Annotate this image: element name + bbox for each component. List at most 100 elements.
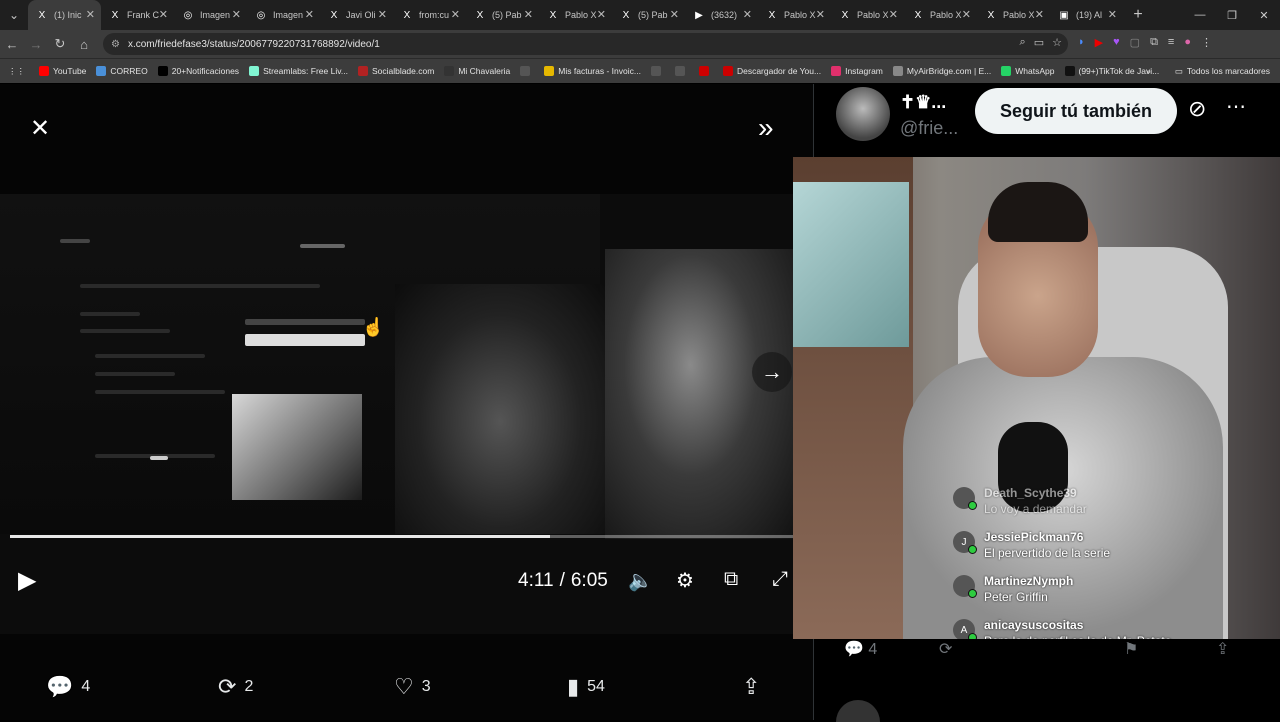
browser-tab[interactable]: X Pablo X ✕ [539,0,612,30]
bookmark-item[interactable]: MyAirBridge.com | E... [892,66,991,76]
bookmark-item[interactable]: WhatsApp [1001,66,1055,76]
extension-icon[interactable]: ▶ [1095,36,1103,49]
bookmark-item[interactable]: Instagram [831,66,883,76]
chat-text: El pervertido de la serie [984,546,1111,560]
browser-tab[interactable]: ◎ Imagen ✕ [174,0,247,30]
tab-close-icon[interactable]: ✕ [962,8,971,21]
tab-close-icon[interactable]: ✕ [889,8,898,21]
video-progress-bar[interactable] [10,535,793,538]
folder-icon: ▭ [1174,65,1183,76]
repost-button[interactable]: ⟳ 2 [218,674,253,700]
follow-button[interactable]: Seguir tú también [975,88,1177,134]
bookmark-star-icon[interactable]: ☆ [1052,36,1062,49]
extension-icon[interactable]: ♥ [1113,36,1120,49]
user-handle[interactable]: @frie... [900,118,958,139]
minimize-icon[interactable]: — [1184,0,1216,30]
like-button[interactable]: ♡ 3 [394,674,431,700]
extension-icon[interactable]: ▢ [1130,36,1140,49]
play-icon[interactable]: ▶ [18,566,36,595]
address-bar[interactable]: ⚙ x.com/friedefase3/status/2006779220731… [103,33,1068,55]
background-monitor [793,182,909,347]
tab-close-icon[interactable]: ✕ [232,8,241,21]
home-icon[interactable]: ⌂ [72,32,96,56]
menu-icon[interactable]: ⋮ [1201,36,1212,49]
close-icon[interactable]: ✕ [26,114,54,142]
tab-search-icon[interactable]: ⌄ [0,0,28,30]
tab-close-icon[interactable]: ✕ [305,8,314,21]
tab-close-icon[interactable]: ✕ [1108,8,1117,21]
browser-tab[interactable]: X Pablo X ✕ [831,0,904,30]
tab-close-icon[interactable]: ✕ [86,8,95,21]
fullscreen-icon[interactable]: ⤢ [772,568,788,591]
bookmark-item[interactable]: Descargador de You... [722,66,821,76]
back-icon[interactable]: ← [0,32,24,56]
extension-icon[interactable]: ◗ [1078,36,1085,49]
next-arrow-icon[interactable]: → [752,352,792,392]
views-button[interactable]: ▮ 54 [567,674,605,700]
tab-close-icon[interactable]: ✕ [743,8,752,21]
bookmark-item[interactable]: 20+Notificaciones [157,66,239,76]
new-tab-button[interactable]: + [1123,6,1153,24]
browser-tab[interactable]: ◎ Imagen ✕ [247,0,320,30]
share-button[interactable]: ⇪ [742,674,760,700]
more-bookmarks-icon[interactable]: » [1146,66,1151,76]
media-icon[interactable]: ≡ [1168,36,1174,49]
close-window-icon[interactable]: ✕ [1248,0,1280,30]
tab-close-icon[interactable]: ✕ [597,8,606,21]
browser-tab[interactable]: X Frank C ✕ [101,0,174,30]
bookmark-item[interactable] [698,66,713,76]
browser-tab[interactable]: X Javi Oli ✕ [320,0,393,30]
site-info-icon[interactable]: ⚙ [111,39,120,50]
tab-close-icon[interactable]: ✕ [670,8,679,21]
apps-icon[interactable]: ⋮⋮ [8,66,25,77]
browser-tab[interactable]: X (5) Pab ✕ [612,0,685,30]
display-name[interactable]: ✝♛... [900,92,946,113]
bookmark-item[interactable]: Socialblade.com [357,66,434,76]
forward-icon[interactable]: → [24,32,48,56]
browser-tab[interactable]: X (5) Pab ✕ [466,0,539,30]
reply-button[interactable]: 💬 4 [46,674,90,700]
tab-favicon-icon: X [987,9,995,21]
bookmark-item[interactable]: CORREO [96,66,148,76]
bookmark-item[interactable] [650,66,665,76]
tab-close-icon[interactable]: ✕ [451,8,460,21]
browser-tab[interactable]: ▣ (19) Al ✕ [1050,0,1123,30]
avatar[interactable] [836,87,890,141]
cast-icon[interactable]: ▭ [1034,36,1044,49]
chat-text: Pero la de perfil es la de Mr. Potato [984,634,1171,639]
bookmark-item[interactable]: Mi Chavaleria [444,66,510,76]
browser-tab[interactable]: X Pablo X ✕ [758,0,831,30]
browser-tab[interactable]: Xfrom:cu ✕ [393,0,466,30]
browser-tab[interactable]: ▶ (3632) ✕ [685,0,758,30]
tab-close-icon[interactable]: ✕ [816,8,825,21]
bookmark-item[interactable]: YouTube [39,66,86,76]
bookmark-item[interactable]: Mis facturas - Invoic... [544,66,641,76]
tab-close-icon[interactable]: ✕ [378,8,387,21]
side-bookmark-icon[interactable]: ⚑ [1124,639,1138,659]
restore-icon[interactable]: ❐ [1216,0,1248,30]
browser-tab[interactable]: X Pablo X ✕ [904,0,977,30]
expand-panel-icon[interactable]: » [758,112,774,144]
bookmark-item[interactable] [520,66,534,76]
bookmark-item[interactable]: (99+)TikTok de Javi... [1064,66,1159,76]
side-repost-icon[interactable]: ⟳ [939,639,952,659]
more-options-icon[interactable]: ⋯ [1226,94,1246,119]
settings-gear-icon[interactable]: ⚙ [676,568,694,593]
extensions-puzzle-icon[interactable]: ⧉ [1150,36,1158,49]
bookmark-item[interactable]: Streamlabs: Free Liv... [249,66,348,76]
browser-tab[interactable]: X Pablo X ✕ [977,0,1050,30]
all-bookmarks[interactable]: ▭ Todos los marcadores [1175,66,1270,77]
side-share-icon[interactable]: ⇪ [1216,639,1229,659]
bookmark-item[interactable] [674,66,689,76]
volume-icon[interactable]: 🔈 [628,568,653,593]
tab-close-icon[interactable]: ✕ [524,8,533,21]
tab-close-icon[interactable]: ✕ [159,8,168,21]
picture-in-picture-icon[interactable]: ⧉ [724,568,738,591]
reload-icon[interactable]: ↻ [48,32,72,56]
grok-icon[interactable]: ⊘ [1188,96,1206,122]
browser-tab[interactable]: X (1) Inic ✕ [28,0,101,30]
tab-close-icon[interactable]: ✕ [1035,8,1044,21]
profile-avatar[interactable]: ● [1184,36,1191,49]
side-reply-button[interactable]: 💬 4 [844,639,877,659]
zoom-icon[interactable]: ⌕ [1020,36,1026,49]
